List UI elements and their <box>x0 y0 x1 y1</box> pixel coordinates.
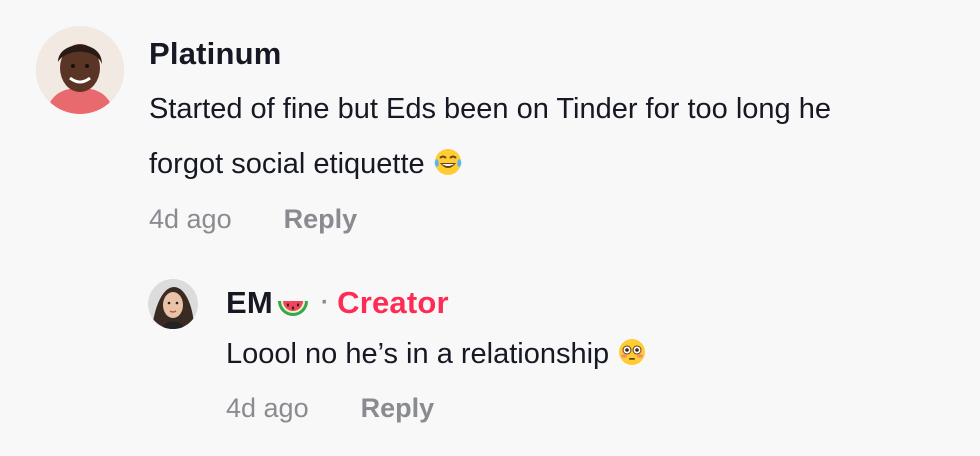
separator-dot: · <box>320 289 330 316</box>
reply-body: EM · Creator Loool no he’s in a relation… <box>226 283 926 425</box>
creator-badge: Creator <box>337 285 449 320</box>
reply-time: 4d ago <box>226 393 309 423</box>
comment-text-line1: Started of fine but Eds been on Tinder f… <box>149 93 831 125</box>
flushed-face-icon <box>617 333 647 365</box>
reply-meta: 4d ago Reply <box>226 391 926 425</box>
comment-body: Platinum Started of fine but Eds been on… <box>149 34 959 236</box>
comment-text: Started of fine but Eds been on Tinder f… <box>149 82 959 192</box>
watermelon-icon <box>275 291 311 316</box>
reply-username[interactable]: EM <box>226 283 273 323</box>
reply-text-content: Loool no he’s in a relationship <box>226 338 610 370</box>
reply-button[interactable]: Reply <box>284 202 358 236</box>
comment-meta: 4d ago Reply <box>149 202 959 236</box>
reply-header: EM · Creator <box>226 283 449 323</box>
comment-time: 4d ago <box>149 204 232 234</box>
tears-of-joy-icon <box>433 141 463 175</box>
avatar[interactable] <box>36 26 124 114</box>
comment-text-line2: forgot social etiquette <box>149 148 425 180</box>
comment-username[interactable]: Platinum <box>149 34 282 74</box>
avatar[interactable] <box>148 279 198 329</box>
reply-text: Loool no he’s in a relationship <box>226 329 926 379</box>
reply-button[interactable]: Reply <box>361 391 435 425</box>
